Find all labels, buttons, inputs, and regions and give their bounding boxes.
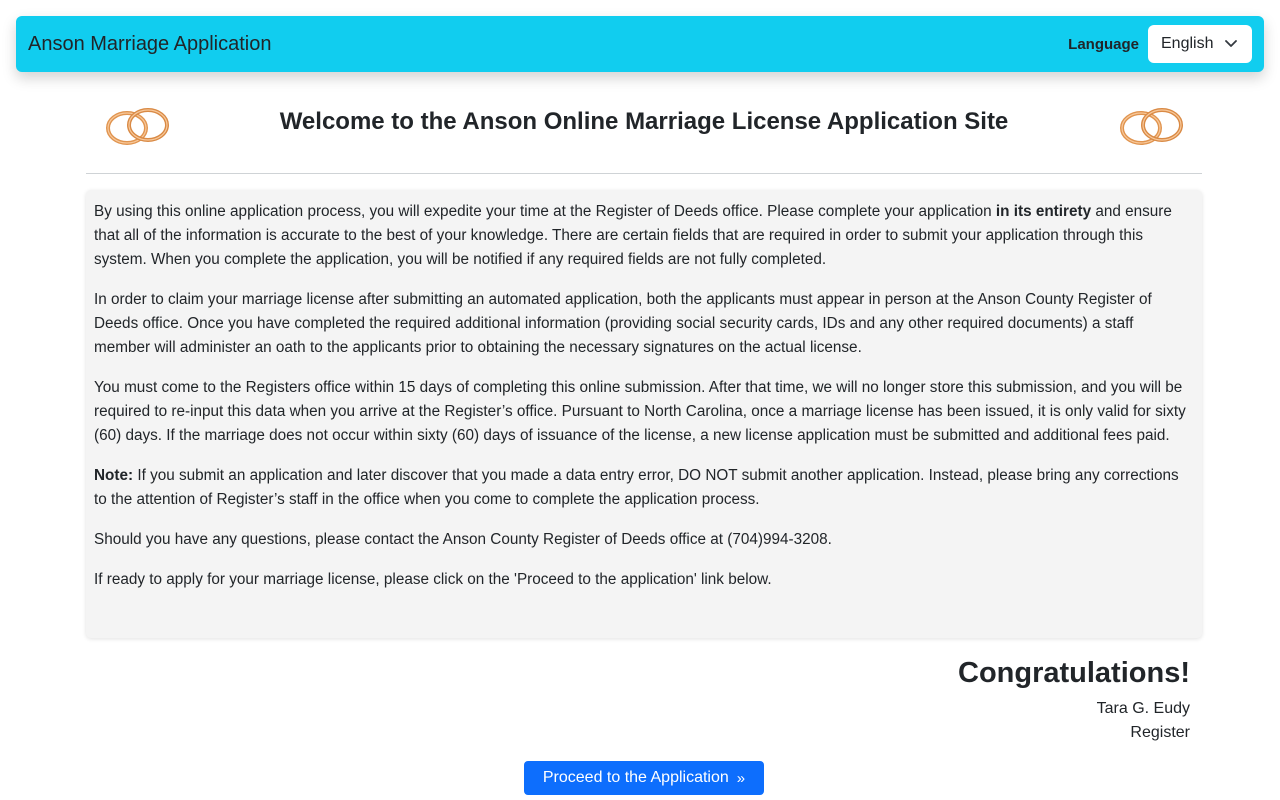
wedding-rings-icon	[1116, 106, 1186, 153]
instructions-paragraph-5: Should you have any questions, please co…	[94, 531, 832, 548]
language-selected-value: English	[1161, 35, 1214, 52]
signer-name: Tara G. Eudy	[1096, 700, 1190, 717]
closing-block: Congratulations! Tara G. Eudy Register	[958, 655, 1190, 745]
page-header: Welcome to the Anson Online Marriage Lic…	[86, 90, 1202, 174]
proceed-button-label: Proceed to the Application	[542, 769, 729, 786]
chevron-down-icon	[1224, 37, 1238, 51]
instructions-card: By using this online application process…	[86, 190, 1202, 638]
language-label: Language	[1068, 35, 1139, 53]
congratulations-heading: Congratulations!	[958, 657, 1190, 689]
instructions-paragraph-1: By using this online application process…	[94, 203, 1172, 268]
double-chevron-right-icon: »	[736, 769, 746, 787]
page-title: Welcome to the Anson Online Marriage Lic…	[279, 108, 1009, 135]
signer-title: Register	[1130, 724, 1190, 741]
navbar-brand[interactable]: Anson Marriage Application	[28, 33, 271, 56]
instructions-paragraph-2: In order to claim your marriage license …	[94, 291, 1152, 356]
language-selector-group: Language English	[1068, 25, 1252, 63]
entirety-emphasis: in its entirety	[995, 203, 1092, 220]
top-navbar: Anson Marriage Application Language Engl…	[16, 16, 1264, 72]
language-select[interactable]: English	[1148, 25, 1252, 63]
instructions-paragraph-3: You must come to the Registers office wi…	[94, 379, 1186, 444]
proceed-to-application-button[interactable]: Proceed to the Application »	[524, 761, 764, 795]
note-label: Note:	[94, 467, 134, 484]
instructions-paragraph-4: Note: If you submit an application and l…	[94, 467, 1179, 508]
instructions-paragraph-6: If ready to apply for your marriage lice…	[94, 571, 772, 588]
